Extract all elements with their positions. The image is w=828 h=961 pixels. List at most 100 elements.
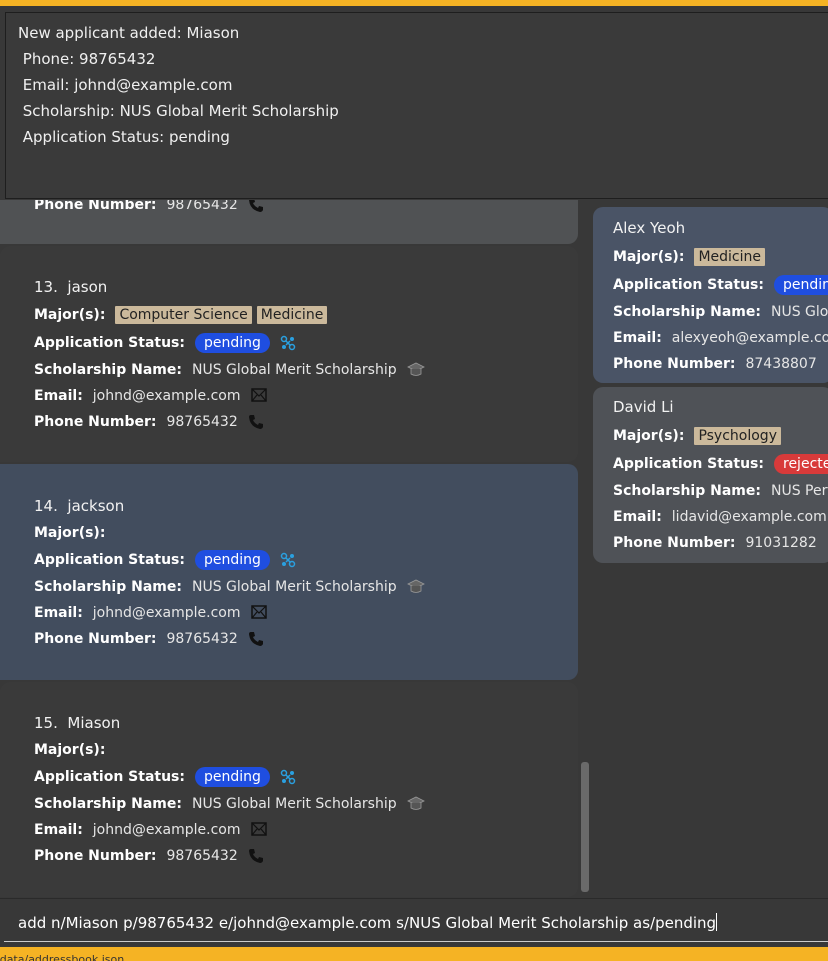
- scholarship-row: Scholarship Name: NUS Perfor: [613, 480, 828, 502]
- phone-value: 91031282: [745, 535, 817, 551]
- major-tag: Psychology: [694, 427, 781, 445]
- phone-icon: [248, 848, 264, 864]
- email-label: Email:: [34, 388, 83, 404]
- scholarship-value: NUS Global Merit Scholarship: [191, 796, 397, 812]
- scholarship-label: Scholarship Name:: [613, 304, 761, 320]
- result-line: Email: johnd@example.com: [18, 76, 233, 94]
- status-badge: pending: [195, 767, 270, 787]
- applicant-name-text: Miason: [67, 714, 121, 732]
- applicant-index: 14.: [34, 497, 58, 515]
- applicant-index: 13.: [34, 278, 58, 296]
- scholarship-value: NUS Global: [770, 304, 828, 320]
- status-label: Application Status:: [34, 769, 185, 785]
- envelope-icon: [250, 822, 267, 838]
- applicant-name-text: jackson: [67, 497, 125, 515]
- phone-row: Phone Number: 87438807: [613, 353, 828, 375]
- email-label: Email:: [613, 509, 662, 525]
- applicant-index: 15.: [34, 714, 58, 732]
- email-row: Email: johnd@example.com: [34, 385, 267, 407]
- envelope-icon: [250, 388, 267, 404]
- major-tag: Medicine: [694, 248, 765, 266]
- applicant-name: Alex Yeoh: [613, 219, 686, 237]
- scholarship-value: NUS Perfor: [770, 483, 828, 499]
- status-label: Application Status:: [34, 335, 185, 351]
- email-value: alexyeoh@example.com: [671, 330, 828, 346]
- status-row: Application Status: rejected: [613, 453, 828, 475]
- pending-status-icon: [280, 769, 296, 785]
- phone-label: Phone Number:: [34, 631, 157, 647]
- email-row: Email: lidavid@example.com: [613, 506, 828, 528]
- side-applicant-card[interactable]: Alex Yeoh Major(s): Medicine Application…: [593, 207, 828, 383]
- major-label: Major(s):: [613, 249, 685, 265]
- phone-label: Phone Number:: [613, 535, 736, 551]
- status-badge: rejected: [774, 454, 828, 474]
- top-accent-bar: [0, 0, 828, 6]
- command-input-text: add n/Miason p/98765432 e/johnd@example.…: [18, 914, 717, 932]
- phone-value: 98765432: [166, 200, 238, 213]
- email-row: Email: johnd@example.com: [34, 602, 267, 624]
- phone-label: Phone Number:: [34, 414, 157, 430]
- command-underline: [4, 941, 828, 942]
- email-label: Email:: [613, 330, 662, 346]
- phone-label: Phone Number:: [34, 200, 157, 213]
- email-value: johnd@example.com: [92, 388, 241, 404]
- envelope-icon: [250, 605, 267, 621]
- scholarship-row: Scholarship Name: NUS Global Merit Schol…: [34, 359, 425, 381]
- applicant-card[interactable]: 15. Miason Major(s): Application Status:…: [0, 682, 578, 897]
- status-bar: /data/addressbook.json: [0, 947, 828, 961]
- major-tag: Computer Science: [115, 306, 252, 324]
- phone-value: 98765432: [166, 848, 238, 864]
- status-row: Application Status: pending: [34, 549, 296, 571]
- result-line: Scholarship: NUS Global Merit Scholarshi…: [18, 102, 339, 120]
- applicant-name: 14. jackson: [34, 497, 124, 515]
- pending-status-icon: [280, 335, 296, 351]
- phone-value: 98765432: [166, 414, 238, 430]
- applicant-name: 15. Miason: [34, 714, 120, 732]
- graduation-cap-icon: [406, 362, 425, 378]
- applicant-list[interactable]: Phone Number: 98765432 13. jason Major(s…: [0, 200, 595, 897]
- applicant-name: David Li: [613, 398, 674, 416]
- applicant-name: 13. jason: [34, 278, 107, 296]
- result-line: Application Status: pending: [18, 128, 230, 146]
- email-row: Email: alexyeoh@example.com: [613, 327, 828, 349]
- scholarship-label: Scholarship Name:: [34, 796, 182, 812]
- major-label: Major(s):: [34, 307, 106, 323]
- major-row: Major(s):: [34, 522, 115, 544]
- text-caret: [716, 913, 718, 931]
- applicant-card[interactable]: 13. jason Major(s): Computer Science Med…: [0, 246, 578, 462]
- status-row: Application Status: pending: [613, 274, 828, 296]
- status-badge: pending: [195, 550, 270, 570]
- phone-value: 98765432: [166, 631, 238, 647]
- result-line: New applicant added: Miason: [18, 24, 240, 42]
- status-label: Application Status:: [613, 456, 764, 472]
- pending-status-icon: [280, 552, 296, 568]
- command-input[interactable]: add n/Miason p/98765432 e/johnd@example.…: [18, 913, 718, 932]
- status-row: Application Status: pending: [34, 332, 296, 354]
- status-badge: pending: [195, 333, 270, 353]
- applicant-card-selected[interactable]: 14. jackson Major(s): Application Status…: [0, 464, 578, 680]
- phone-icon: [248, 631, 264, 647]
- list-scrollbar[interactable]: [581, 762, 589, 892]
- scholarship-label: Scholarship Name:: [34, 362, 182, 378]
- status-bar-text: /data/addressbook.json: [0, 953, 125, 961]
- phone-icon: [248, 414, 264, 430]
- phone-icon: [248, 200, 264, 213]
- major-label: Major(s):: [613, 428, 685, 444]
- result-display: New applicant added: Miason Phone: 98765…: [5, 12, 828, 199]
- status-badge: pending: [774, 275, 828, 295]
- phone-row: Phone Number: 98765432: [34, 200, 264, 216]
- major-label: Major(s):: [34, 742, 106, 758]
- email-value: johnd@example.com: [92, 605, 241, 621]
- scholarship-value: NUS Global Merit Scholarship: [191, 579, 397, 595]
- email-value: lidavid@example.com: [671, 509, 827, 525]
- command-box[interactable]: add n/Miason p/98765432 e/johnd@example.…: [0, 898, 828, 946]
- applicant-card-partial[interactable]: Phone Number: 98765432: [0, 200, 578, 244]
- graduation-cap-icon: [406, 796, 425, 812]
- side-applicant-card[interactable]: David Li Major(s): Psychology Applicatio…: [593, 387, 828, 563]
- status-row: Application Status: pending: [34, 766, 296, 788]
- status-label: Application Status:: [613, 277, 764, 293]
- major-row: Major(s): Medicine: [613, 246, 770, 268]
- graduation-cap-icon: [406, 579, 425, 595]
- result-line: Phone: 98765432: [18, 50, 156, 68]
- scholarship-row: Scholarship Name: NUS Global Merit Schol…: [34, 793, 425, 815]
